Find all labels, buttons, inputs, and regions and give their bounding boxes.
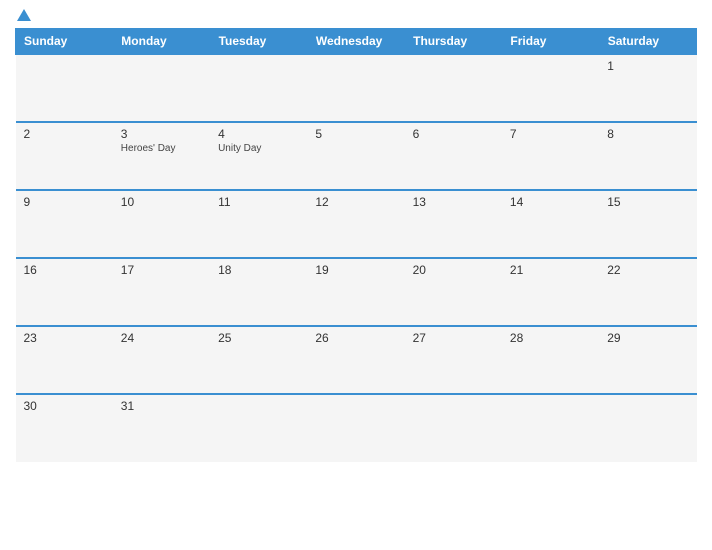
day-number: 4 (218, 127, 299, 141)
day-number: 24 (121, 331, 202, 345)
day-number: 10 (121, 195, 202, 209)
day-number: 1 (607, 59, 688, 73)
calendar-cell: 10 (113, 190, 210, 258)
page-header (15, 10, 697, 22)
calendar-cell: 23 (16, 326, 113, 394)
day-number: 16 (24, 263, 105, 277)
day-number: 20 (413, 263, 494, 277)
calendar-cell: 12 (307, 190, 404, 258)
calendar-cell (405, 54, 502, 122)
day-number: 28 (510, 331, 591, 345)
calendar-table: SundayMondayTuesdayWednesdayThursdayFrid… (15, 28, 697, 462)
day-number: 12 (315, 195, 396, 209)
calendar-cell: 4 Unity Day (210, 122, 307, 190)
day-number: 23 (24, 331, 105, 345)
day-number: 26 (315, 331, 396, 345)
calendar-cell (16, 54, 113, 122)
day-number: 9 (24, 195, 105, 209)
calendar-cell: 17 (113, 258, 210, 326)
day-number: 29 (607, 331, 688, 345)
event-label: Heroes' Day (121, 143, 202, 154)
calendar-cell: 22 (599, 258, 696, 326)
weekday-header-tuesday: Tuesday (210, 29, 307, 55)
calendar-cell (210, 394, 307, 462)
day-number: 30 (24, 399, 105, 413)
calendar-cell: 7 (502, 122, 599, 190)
calendar-week-row: 2 3 Heroes' Day 4 Unity Day 5 6 7 8 (16, 122, 697, 190)
calendar-cell: 25 (210, 326, 307, 394)
calendar-cell: 31 (113, 394, 210, 462)
calendar-cell: 1 (599, 54, 696, 122)
day-number: 17 (121, 263, 202, 277)
weekday-header-thursday: Thursday (405, 29, 502, 55)
day-number: 27 (413, 331, 494, 345)
calendar-cell: 24 (113, 326, 210, 394)
day-number: 15 (607, 195, 688, 209)
calendar-cell: 14 (502, 190, 599, 258)
calendar-cell: 3 Heroes' Day (113, 122, 210, 190)
calendar-cell: 2 (16, 122, 113, 190)
calendar-cell: 26 (307, 326, 404, 394)
day-number: 22 (607, 263, 688, 277)
day-number: 21 (510, 263, 591, 277)
calendar-cell (405, 394, 502, 462)
calendar-cell (307, 54, 404, 122)
calendar-cell: 28 (502, 326, 599, 394)
day-number: 6 (413, 127, 494, 141)
calendar-week-row: 30 31 (16, 394, 697, 462)
day-number: 31 (121, 399, 202, 413)
calendar-cell: 19 (307, 258, 404, 326)
calendar-week-row: 9 10 11 12 13 14 15 (16, 190, 697, 258)
calendar-cell (307, 394, 404, 462)
day-number: 11 (218, 195, 299, 209)
logo-triangle-icon (17, 9, 31, 21)
calendar-cell: 6 (405, 122, 502, 190)
calendar-cell: 5 (307, 122, 404, 190)
weekday-header-saturday: Saturday (599, 29, 696, 55)
calendar-cell: 8 (599, 122, 696, 190)
day-number: 19 (315, 263, 396, 277)
calendar-cell: 27 (405, 326, 502, 394)
day-number: 18 (218, 263, 299, 277)
calendar-cell: 20 (405, 258, 502, 326)
calendar-cell: 21 (502, 258, 599, 326)
calendar-week-row: 1 (16, 54, 697, 122)
calendar-body: 123Heroes' Day4Unity Day5678910111213141… (16, 54, 697, 462)
calendar-week-row: 23 24 25 26 27 28 29 (16, 326, 697, 394)
calendar-cell (210, 54, 307, 122)
day-number: 8 (607, 127, 688, 141)
calendar-week-row: 16 17 18 19 20 21 22 (16, 258, 697, 326)
day-number: 5 (315, 127, 396, 141)
calendar-page: SundayMondayTuesdayWednesdayThursdayFrid… (0, 0, 712, 550)
weekday-header-wednesday: Wednesday (307, 29, 404, 55)
logo (15, 10, 31, 22)
weekday-header-sunday: Sunday (16, 29, 113, 55)
calendar-cell: 15 (599, 190, 696, 258)
calendar-cell: 30 (16, 394, 113, 462)
calendar-header: SundayMondayTuesdayWednesdayThursdayFrid… (16, 29, 697, 55)
weekday-header-friday: Friday (502, 29, 599, 55)
calendar-cell: 18 (210, 258, 307, 326)
calendar-cell: 29 (599, 326, 696, 394)
calendar-cell: 9 (16, 190, 113, 258)
calendar-cell: 13 (405, 190, 502, 258)
calendar-cell (502, 54, 599, 122)
day-number: 13 (413, 195, 494, 209)
event-label: Unity Day (218, 143, 299, 154)
day-number: 25 (218, 331, 299, 345)
day-number: 14 (510, 195, 591, 209)
day-number: 2 (24, 127, 105, 141)
day-number: 3 (121, 127, 202, 141)
calendar-cell: 11 (210, 190, 307, 258)
weekday-header-monday: Monday (113, 29, 210, 55)
calendar-cell: 16 (16, 258, 113, 326)
calendar-cell (599, 394, 696, 462)
calendar-cell (113, 54, 210, 122)
weekday-header-row: SundayMondayTuesdayWednesdayThursdayFrid… (16, 29, 697, 55)
day-number: 7 (510, 127, 591, 141)
calendar-cell (502, 394, 599, 462)
